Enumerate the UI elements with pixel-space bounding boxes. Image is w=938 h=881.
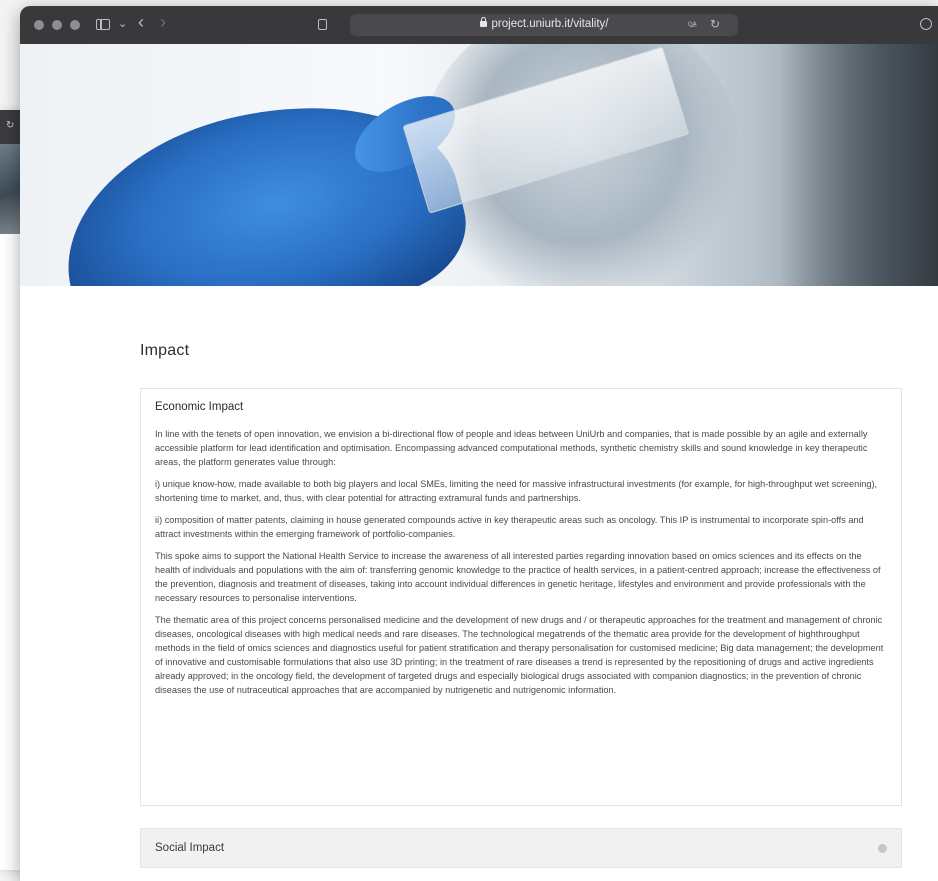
translate-icon[interactable]: ᴳ̶ᴬ [688, 18, 697, 32]
minimize-window-button[interactable] [52, 20, 62, 30]
economic-impact-panel: Economic Impact In line with the tenets … [140, 388, 902, 806]
paragraph: This spoke aims to support the National … [155, 551, 881, 603]
reload-icon[interactable]: ↻ [6, 120, 14, 131]
chevron-left-icon[interactable]: ‹ [138, 13, 144, 31]
paragraph: ii) composition of matter patents, claim… [155, 515, 864, 539]
paragraph: i) unique know-how, made available to bo… [155, 479, 878, 503]
zoom-window-button[interactable] [70, 20, 80, 30]
url-text: project.uniurb.it/vitality/ [491, 18, 609, 30]
chevron-right-icon[interactable]: › [160, 13, 166, 31]
paragraph: In line with the tenets of open innovati… [155, 429, 868, 467]
download-icon[interactable] [920, 18, 932, 30]
page-title: Impact [140, 342, 190, 359]
address-bar[interactable]: project.uniurb.it/vitality/ [350, 14, 738, 36]
reload-icon[interactable]: ↻ [710, 17, 720, 31]
browser-toolbar: ⌄ ‹ › project.uniurb.it/vitality/ ᴳ̶ᴬ ↻ [20, 6, 938, 45]
lock-icon [479, 17, 487, 27]
chevron-down-icon[interactable]: ⌄ [118, 17, 127, 31]
sidebar-icon[interactable] [96, 19, 110, 30]
close-window-button[interactable] [34, 20, 44, 30]
hero-shadow [780, 44, 938, 286]
social-impact-heading: Social Impact [155, 842, 225, 854]
window-controls [34, 20, 80, 30]
reader-icon[interactable] [318, 19, 327, 30]
social-impact-accordion[interactable]: Social Impact [140, 828, 902, 868]
hero-image [20, 44, 938, 286]
paragraph: The thematic area of this project concer… [155, 615, 884, 695]
economic-impact-heading[interactable]: Economic Impact [155, 401, 243, 413]
browser-window: ⌄ ‹ › project.uniurb.it/vitality/ ᴳ̶ᴬ ↻ … [20, 6, 938, 881]
address-bar-text: project.uniurb.it/vitality/ [350, 17, 738, 30]
expand-icon[interactable] [878, 844, 887, 853]
economic-impact-body: In line with the tenets of open innovati… [155, 427, 889, 705]
